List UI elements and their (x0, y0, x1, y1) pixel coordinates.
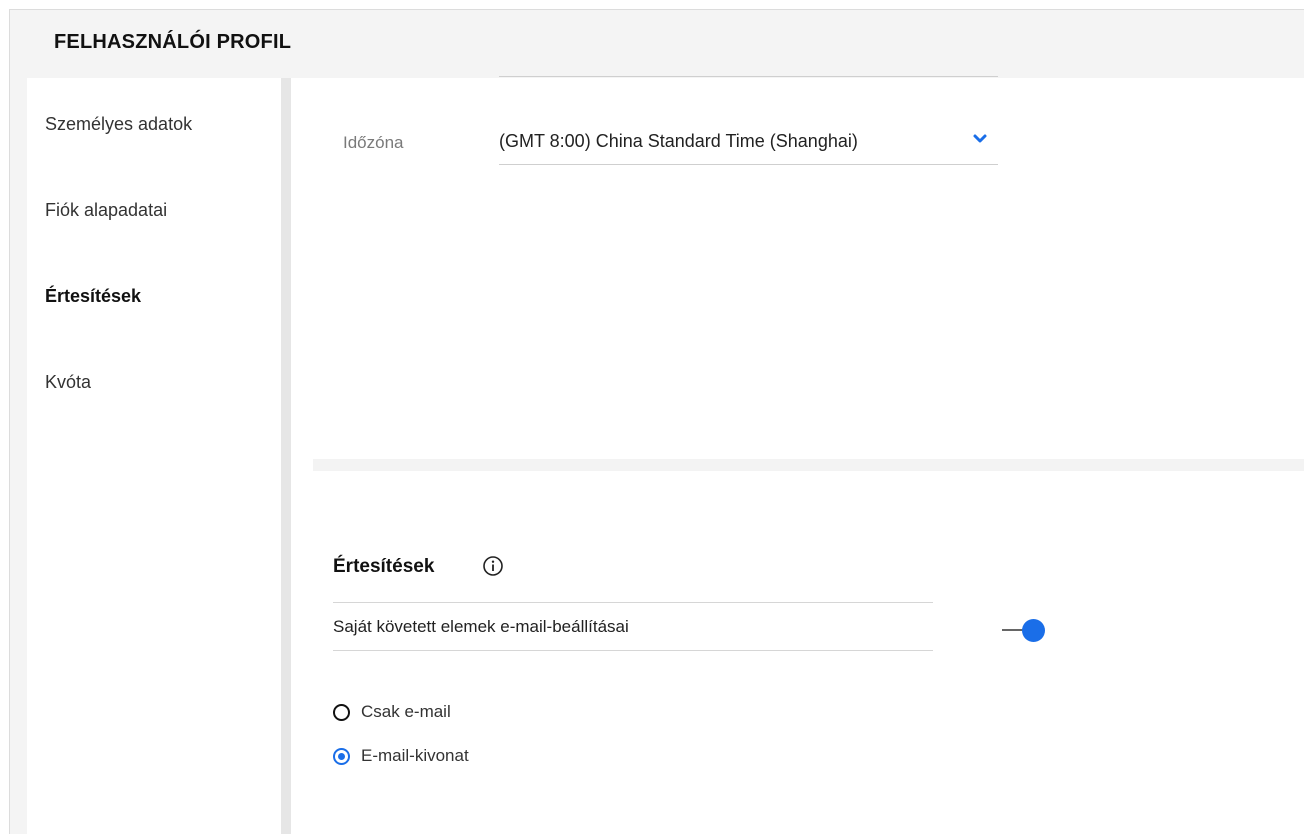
radio-unselected-icon (333, 704, 350, 721)
sidebar-item-quota[interactable]: Kvóta (45, 372, 91, 393)
notifications-heading: Értesítések (333, 556, 435, 577)
email-setting-label: Saját követett elemek e-mail-beállításai (333, 617, 629, 636)
sidebar-scrollbar[interactable] (281, 78, 291, 834)
sidebar-item-notifications[interactable]: Értesítések (45, 286, 141, 307)
timezone-label: Időzóna (343, 133, 404, 152)
sidebar-item-account-basics[interactable]: Fiók alapadatai (45, 200, 167, 221)
radio-label: E-mail-kivonat (361, 746, 469, 765)
page-title: FELHASZNÁLÓI PROFIL (54, 31, 292, 53)
chevron-down-icon (973, 134, 987, 143)
row-divider (333, 602, 933, 603)
field-divider (499, 76, 998, 77)
toggle-knob (1022, 619, 1045, 642)
radio-label: Csak e-mail (361, 702, 451, 721)
sidebar: Személyes adatok Fiók alapadatai Értesít… (27, 78, 281, 834)
info-icon[interactable] (482, 555, 504, 577)
timezone-select[interactable]: (GMT 8:00) China Standard Time (Shanghai… (499, 118, 998, 165)
main-content: Időzóna (GMT 8:00) China Standard Time (… (291, 76, 1304, 834)
row-divider (333, 650, 933, 651)
radio-selected-icon (333, 748, 350, 765)
timezone-value: (GMT 8:00) China Standard Time (Shanghai… (499, 131, 858, 151)
sidebar-item-personal-data[interactable]: Személyes adatok (45, 114, 192, 135)
radio-dot (338, 753, 345, 760)
email-setting-toggle[interactable] (1002, 619, 1046, 642)
section-separator (313, 459, 1304, 471)
